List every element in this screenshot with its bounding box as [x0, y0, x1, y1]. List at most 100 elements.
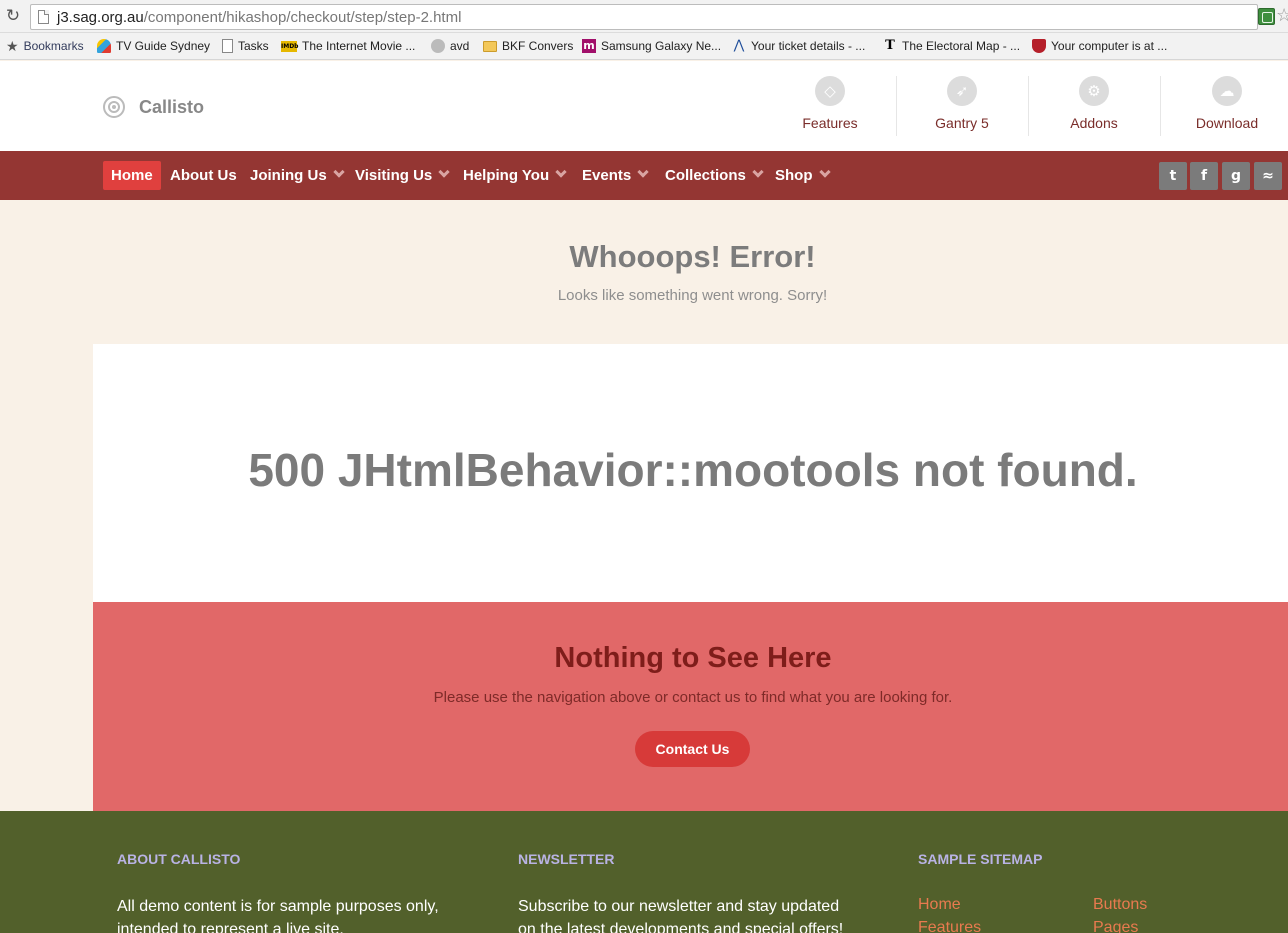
- bookmark-item[interactable]: BKF Convers: [483, 37, 573, 55]
- bookmark-label: Tasks: [238, 39, 269, 53]
- nav-item-helping-you[interactable]: Helping You: [455, 161, 573, 190]
- error-title: Whooops! Error!: [569, 239, 816, 274]
- nav-label: Events: [582, 167, 632, 184]
- bookmark-label: BKF Convers: [502, 39, 574, 53]
- bookmark-item[interactable]: ★ Bookmarks: [6, 37, 84, 55]
- nav-label: About Us: [170, 167, 237, 184]
- site-header: Callisto ◇ Features ➶ Gantry 5 ⚙ Addons …: [0, 61, 1288, 151]
- sitemap-link-pages[interactable]: Pages: [1093, 918, 1138, 933]
- imdb-icon: IMDb: [281, 40, 299, 52]
- bookmark-label: Bookmarks: [23, 39, 84, 53]
- footer-newsletter-heading: NEWSLETTER: [518, 851, 615, 867]
- top-link-addons[interactable]: ⚙ Addons: [1028, 76, 1160, 136]
- nav-label: Home: [111, 167, 153, 184]
- bookmark-label: Samsung Galaxy Ne...: [601, 39, 722, 53]
- nav-item-joining-us[interactable]: Joining Us: [242, 161, 351, 190]
- star-icon: ★: [6, 39, 19, 55]
- twitter-icon[interactable]: t: [1159, 162, 1187, 190]
- sitemap-link-features[interactable]: Features: [918, 918, 981, 933]
- m-icon: m: [582, 39, 596, 53]
- facebook-icon[interactable]: f: [1190, 162, 1218, 190]
- bookmark-label: Your computer is at ...: [1051, 39, 1168, 53]
- folder-icon: [483, 40, 497, 52]
- bookmark-label: avd: [450, 39, 470, 53]
- bookmark-label: Your ticket details - ...: [751, 39, 866, 53]
- extension-shield-icon[interactable]: [1258, 8, 1275, 25]
- nyt-icon: T: [885, 38, 895, 53]
- reload-icon[interactable]: ↻: [4, 7, 22, 25]
- nav-item-visiting-us[interactable]: Visiting Us: [347, 161, 456, 190]
- chevron-down-icon: [637, 166, 649, 178]
- top-link-label: Gantry 5: [935, 115, 989, 131]
- avd-icon: [431, 39, 445, 53]
- sitemap-link-home[interactable]: Home: [918, 895, 961, 915]
- error-subtitle: Looks like something went wrong. Sorry!: [557, 287, 828, 304]
- footer-sitemap-heading: SAMPLE SITEMAP: [918, 851, 1043, 867]
- top-link-download[interactable]: ☁ Download: [1161, 76, 1288, 136]
- logo-icon[interactable]: [103, 96, 125, 118]
- url-path: /component/hikashop/checkout/step/step-2…: [143, 9, 462, 26]
- sitemap-link-buttons[interactable]: Buttons: [1093, 895, 1147, 915]
- nav-label: Visiting Us: [355, 167, 433, 184]
- nav-item-home[interactable]: Home: [103, 161, 161, 190]
- page-icon: [222, 39, 233, 53]
- nav-label: Joining Us: [250, 167, 327, 184]
- bookmark-label: TV Guide Sydney: [116, 39, 211, 53]
- nav-item-shop[interactable]: Shop: [767, 161, 837, 190]
- bookmark-star-icon[interactable]: ☆: [1276, 5, 1288, 27]
- nav-item-events[interactable]: Events: [574, 161, 655, 190]
- nav-label: Collections: [665, 167, 746, 184]
- page-icon: [38, 10, 49, 24]
- chevron-down-icon: [438, 166, 450, 178]
- main-nav: Home About Us Joining Us Visiting Us Hel…: [0, 151, 1288, 200]
- top-link-label: Addons: [1070, 115, 1118, 131]
- nav-label: Helping You: [463, 167, 550, 184]
- chevron-down-icon: [818, 166, 831, 178]
- nav-item-about-us[interactable]: About Us: [162, 161, 245, 190]
- error-panel: 500 JHtmlBehavior::mootools not found.: [93, 344, 1288, 602]
- top-link-features[interactable]: ◇ Features: [764, 76, 896, 136]
- chevron-down-icon: [333, 166, 345, 178]
- shield-icon: [1032, 39, 1046, 53]
- nothing-title: Nothing to See Here: [554, 642, 832, 674]
- site-footer: ABOUT CALLISTO All demo content is for s…: [0, 811, 1288, 933]
- top-link-label: Features: [802, 115, 858, 131]
- google-icon[interactable]: g: [1222, 162, 1250, 190]
- cloud-download-icon: ☁: [1212, 76, 1242, 106]
- gear-icon: ⚙: [1079, 76, 1109, 106]
- nav-item-collections[interactable]: Collections: [657, 161, 770, 190]
- top-link-gantry[interactable]: ➶ Gantry 5: [896, 76, 1028, 136]
- bookmark-item[interactable]: ⋀ Your ticket details - ...: [732, 37, 866, 55]
- bookmark-item[interactable]: Your computer is at ...: [1032, 37, 1167, 55]
- error-message: 500 JHtmlBehavior::mootools not found.: [248, 444, 1138, 496]
- url-host: j3.sag.org.au: [57, 9, 144, 26]
- rocket-icon: ➶: [947, 76, 977, 106]
- url-text: j3.sag.org.au/component/hikashop/checkou…: [57, 9, 461, 27]
- url-input[interactable]: j3.sag.org.au/component/hikashop/checkou…: [30, 4, 1258, 30]
- chevron-down-icon: [555, 166, 567, 178]
- footer-newsletter-text: Subscribe to our newsletter and stay upd…: [518, 898, 844, 933]
- bookmark-item[interactable]: IMDb The Internet Movie ...: [281, 37, 415, 55]
- nav-label: Shop: [775, 167, 813, 184]
- nothing-subtitle: Please use the navigation above or conta…: [433, 689, 953, 706]
- rss-icon[interactable]: ≈: [1254, 162, 1282, 190]
- diamond-icon: ◇: [815, 76, 845, 106]
- nothing-panel: Nothing to See Here Please use the navig…: [93, 602, 1288, 811]
- browser-address-bar: ↻ j3.sag.org.au/component/hikashop/check…: [0, 0, 1288, 33]
- bookmark-item[interactable]: TV Guide Sydney: [97, 37, 210, 55]
- chevron-down-icon: [752, 166, 764, 178]
- bookmark-item[interactable]: Tasks: [222, 37, 269, 55]
- footer-about-text: All demo content is for sample purposes …: [117, 898, 439, 933]
- contact-us-button[interactable]: Contact Us: [635, 731, 750, 767]
- bookmark-item[interactable]: m Samsung Galaxy Ne...: [582, 37, 721, 55]
- ticket-icon: ⋀: [733, 38, 745, 53]
- bookmark-item[interactable]: T The Electoral Map - ...: [883, 37, 1020, 55]
- site-logo[interactable]: Callisto: [139, 96, 204, 118]
- bookmark-label: The Internet Movie ...: [302, 39, 416, 53]
- tv-guide-icon: [97, 39, 111, 53]
- bookmark-label: The Electoral Map - ...: [902, 39, 1021, 53]
- footer-about-heading: ABOUT CALLISTO: [117, 851, 241, 867]
- bookmark-item[interactable]: avd: [431, 37, 469, 55]
- top-link-label: Download: [1195, 115, 1259, 131]
- bookmarks-bar: ★ Bookmarks TV Guide Sydney Tasks IMDb T…: [0, 33, 1288, 60]
